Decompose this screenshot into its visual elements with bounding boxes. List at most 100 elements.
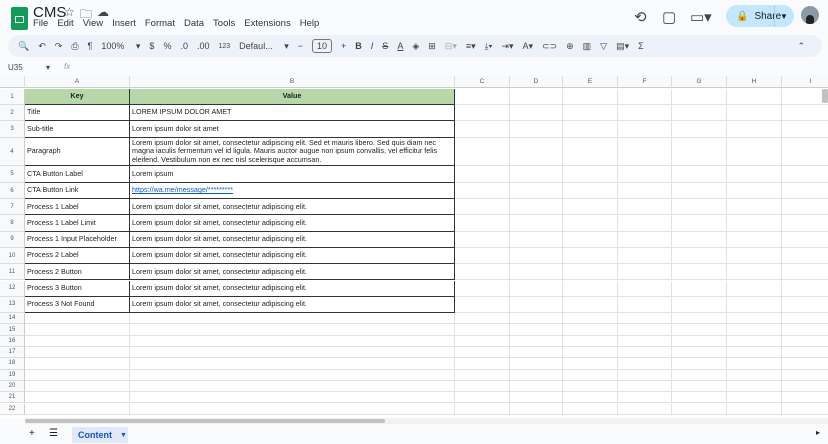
cell[interactable] [618, 231, 672, 248]
cell[interactable] [727, 347, 782, 359]
fill-color-icon[interactable]: ◈ [412, 41, 419, 52]
column-header-b[interactable]: B [130, 76, 455, 88]
cell[interactable] [672, 231, 727, 248]
cell[interactable] [618, 121, 672, 138]
cell[interactable] [782, 381, 828, 393]
value-cell[interactable]: Lorem ipsum dolor sit amet, consectetur … [130, 215, 455, 232]
cell[interactable] [672, 358, 727, 370]
cell[interactable] [510, 296, 563, 314]
key-cell[interactable]: CTA Button Label [25, 166, 130, 183]
zoom-select[interactable]: 100% ▾ [101, 41, 140, 52]
cell[interactable] [455, 264, 510, 281]
value-cell[interactable]: Lorem ipsum [130, 166, 455, 183]
cell[interactable] [563, 280, 618, 297]
row-header[interactable]: 9 [0, 231, 25, 248]
menu-tools[interactable]: Tools [213, 18, 235, 29]
cell[interactable] [455, 89, 510, 105]
cell[interactable] [727, 264, 782, 281]
borders-icon[interactable]: ⊞ [428, 41, 436, 52]
cell[interactable] [727, 369, 782, 381]
cell[interactable] [130, 403, 455, 415]
cell[interactable] [25, 358, 130, 370]
cell[interactable] [782, 232, 828, 248]
cell[interactable] [563, 199, 618, 216]
cell[interactable] [510, 121, 563, 138]
cell[interactable] [563, 166, 618, 183]
cell[interactable] [563, 358, 618, 370]
cell[interactable] [618, 335, 672, 347]
cell[interactable] [563, 138, 618, 166]
cell[interactable] [782, 264, 828, 281]
cell[interactable] [672, 199, 727, 216]
cell[interactable] [618, 358, 672, 370]
cell[interactable] [618, 313, 672, 325]
cell[interactable] [455, 380, 510, 393]
cell[interactable] [782, 324, 828, 336]
share-dropdown-icon[interactable]: ▼ [780, 12, 788, 21]
row-header[interactable]: 6 [0, 183, 25, 199]
font-select[interactable]: Defaul... ▾ [239, 41, 289, 52]
star-icon[interactable]: ☆ [64, 5, 75, 19]
cell[interactable] [727, 296, 782, 314]
cell[interactable] [455, 358, 510, 370]
sheets-logo[interactable] [11, 7, 28, 30]
key-cell[interactable]: Sub-title [25, 121, 130, 138]
font-size-input[interactable]: 10 [312, 39, 333, 53]
cell[interactable] [510, 215, 563, 232]
value-cell[interactable]: LOREM IPSUM DOLOR AMET [130, 105, 455, 121]
cell[interactable] [563, 121, 618, 138]
cell[interactable] [672, 121, 727, 138]
cell[interactable] [727, 358, 782, 370]
cell[interactable] [727, 280, 782, 297]
row-header[interactable]: 15 [0, 324, 25, 336]
cell[interactable] [455, 138, 510, 166]
row-header[interactable]: 12 [0, 280, 25, 297]
cell[interactable] [25, 313, 130, 325]
cell[interactable] [510, 280, 563, 297]
cell[interactable] [563, 335, 618, 347]
functions-icon[interactable]: Σ [638, 41, 644, 51]
spreadsheet-grid[interactable]: A B C D E F G H I 1 Key Value 2 Title LOREM IPSUM DOLO… [0, 76, 828, 418]
cta-link[interactable]: https://wa.me/message/********* [132, 186, 233, 194]
cell[interactable] [782, 370, 828, 381]
cell[interactable] [510, 403, 563, 415]
align-vertical-icon[interactable]: ⤓▾ [485, 41, 493, 52]
cell[interactable] [455, 392, 510, 404]
menu-extensions[interactable]: Extensions [244, 18, 290, 29]
value-cell[interactable]: Lorem ipsum dolor sit amet, consectetur … [130, 296, 455, 314]
cell[interactable] [782, 336, 828, 347]
cell[interactable] [455, 403, 510, 415]
menu-view[interactable]: View [83, 18, 103, 29]
cloud-status-icon[interactable]: ☁ [97, 5, 109, 19]
cell[interactable] [25, 324, 130, 336]
value-cell[interactable]: Lorem ipsum dolor sit amet, consectetur … [130, 138, 455, 166]
cell[interactable] [618, 215, 672, 232]
cell[interactable] [727, 313, 782, 325]
cell[interactable] [455, 313, 510, 325]
cell[interactable] [455, 296, 510, 314]
cell[interactable] [727, 380, 782, 393]
menu-insert[interactable]: Insert [112, 18, 136, 29]
cell[interactable] [563, 89, 618, 105]
cell[interactable] [510, 335, 563, 347]
cell[interactable] [782, 313, 828, 325]
row-header[interactable]: 4 [0, 138, 25, 166]
cell[interactable] [510, 183, 563, 199]
column-header-f[interactable]: F [618, 76, 672, 88]
cell[interactable] [130, 380, 455, 393]
key-cell[interactable]: Paragraph [25, 138, 130, 166]
row-header[interactable]: 13 [0, 296, 25, 314]
cell[interactable] [130, 335, 455, 347]
value-cell[interactable]: Lorem ipsum dolor sit amet, consectetur … [130, 264, 455, 281]
cell[interactable] [130, 369, 455, 381]
cell[interactable] [25, 380, 130, 393]
cell[interactable] [782, 105, 828, 121]
cell[interactable] [672, 138, 727, 166]
cell[interactable] [563, 183, 618, 199]
cell[interactable] [510, 247, 563, 265]
cell[interactable] [672, 369, 727, 381]
add-sheet-icon[interactable]: + [29, 428, 35, 439]
align-horizontal-icon[interactable]: ≡▾ [466, 41, 476, 52]
cell[interactable] [510, 347, 563, 359]
cell[interactable] [130, 313, 455, 325]
